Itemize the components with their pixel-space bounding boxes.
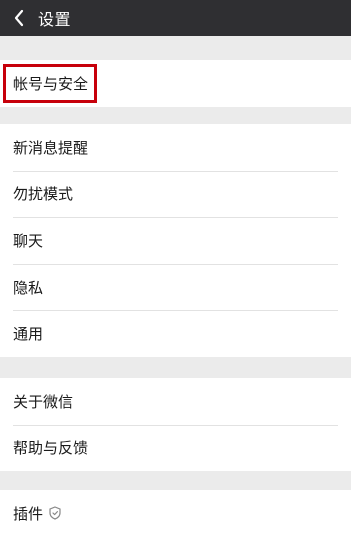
shield-icon [49,506,61,520]
settings-group-plugins: 插件 [0,490,351,537]
settings-item-chat[interactable]: 聊天 [0,217,351,264]
settings-group-general: 新消息提醒 勿扰模式 聊天 隐私 通用 [0,124,351,357]
settings-item-account-security[interactable]: 帐号与安全 [0,60,351,107]
settings-item-label: 聊天 [13,231,44,250]
settings-item-about-wechat[interactable]: 关于微信 [0,378,351,425]
settings-group-about: 关于微信 帮助与反馈 [0,378,351,472]
settings-item-label: 勿扰模式 [13,185,74,204]
settings-item-help-feedback[interactable]: 帮助与反馈 [0,424,351,472]
settings-item-general[interactable]: 通用 [0,310,351,357]
settings-item-label: 插件 [13,504,44,523]
settings-item-new-message-notify[interactable]: 新消息提醒 [0,124,351,171]
settings-item-label: 隐私 [13,278,44,297]
settings-item-label: 关于微信 [13,392,74,411]
settings-item-label: 通用 [13,325,44,344]
page-title: 设置 [38,10,72,29]
settings-item-label: 帮助与反馈 [13,439,89,458]
settings-item-do-not-disturb[interactable]: 勿扰模式 [0,170,351,218]
settings-item-label: 帐号与安全 [13,74,89,93]
back-button[interactable] [8,0,30,36]
settings-item-plugins[interactable]: 插件 [0,490,351,537]
settings-item-label: 新消息提醒 [13,138,89,157]
settings-item-privacy[interactable]: 隐私 [0,263,351,311]
top-bar: 设置 [0,0,351,36]
settings-group-account: 帐号与安全 [0,60,351,107]
back-arrow-icon [14,9,24,27]
